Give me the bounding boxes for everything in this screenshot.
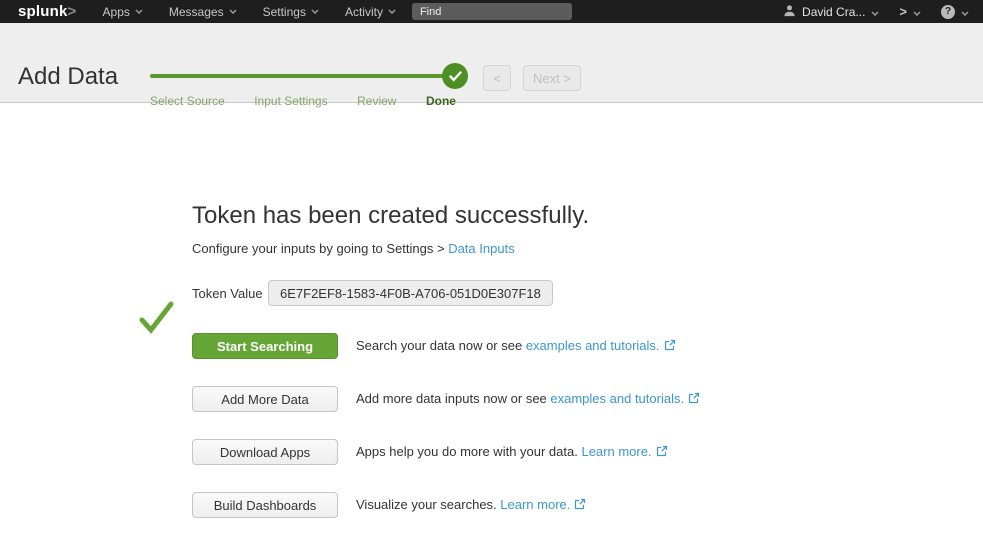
find-search-input[interactable] [412,3,572,20]
action-desc-apps: Apps help you do more with your data. Le… [356,444,668,460]
nav-menu-apps[interactable]: Apps [103,5,143,19]
action-text: Apps help you do more with your data. [356,444,581,459]
done-check-icon [442,63,468,89]
chevron-down-icon [229,9,237,14]
token-row: Token Value 6E7F2EF8-1583-4F0B-A706-051D… [192,280,983,306]
user-name-label: David Cra... [802,5,865,19]
action-row-add-data: Add More Data Add more data inputs now o… [192,386,983,412]
share-icon: > [899,4,907,19]
progress-line [150,74,444,78]
nav-menu-activity[interactable]: Activity [345,5,396,19]
action-row-apps: Download Apps Apps help you do more with… [192,439,983,465]
nav-menu-messages-label: Messages [169,5,224,19]
action-text: Visualize your searches. [356,497,500,512]
external-link-icon [688,392,700,407]
success-title: Token has been created successfully. [192,202,983,230]
action-text: Search your data now or see [356,338,526,353]
learn-more-link[interactable]: Learn more. [500,497,570,512]
chevron-down-icon [871,5,879,19]
external-link-icon [656,445,668,460]
next-button[interactable]: Next > [523,65,581,91]
help-icon: ? [941,5,955,19]
nav-menu-activity-label: Activity [345,5,383,19]
token-value-field[interactable]: 6E7F2EF8-1583-4F0B-A706-051D0E307F18 [268,280,553,306]
help-menu[interactable]: ? [941,5,969,19]
action-row-search: Start Searching Search your data now or … [192,333,983,359]
share-menu[interactable]: > [899,4,921,19]
chevron-down-icon [913,5,921,19]
action-desc-search: Search your data now or see examples and… [356,338,676,354]
wizard-nav-buttons: < Next > [483,65,581,91]
chevron-down-icon [311,9,319,14]
success-check-icon [136,299,176,342]
external-link-icon [574,498,586,513]
build-dashboards-button[interactable]: Build Dashboards [192,492,338,518]
nav-menu-settings[interactable]: Settings [263,5,319,19]
nav-right-group: David Cra... > ? [783,4,969,20]
examples-tutorials-link[interactable]: examples and tutorials. [550,391,684,406]
chevron-down-icon [961,5,969,19]
start-searching-button[interactable]: Start Searching [192,333,338,359]
splunk-logo-text: splunk [18,3,68,20]
subtitle-text: Configure your inputs by going to Settin… [192,241,448,256]
download-apps-button[interactable]: Download Apps [192,439,338,465]
learn-more-link[interactable]: Learn more. [581,444,651,459]
nav-menu-messages[interactable]: Messages [169,5,237,19]
action-desc-add-data: Add more data inputs now or see examples… [356,391,700,407]
action-desc-dashboards: Visualize your searches. Learn more. [356,497,586,513]
wizard-header: Add Data Select Source Input Settings Re… [0,23,983,103]
success-subtitle: Configure your inputs by going to Settin… [192,241,983,257]
main-content: Token has been created successfully. Con… [0,103,983,518]
splunk-logo[interactable]: splunk> [18,3,77,20]
chevron-down-icon [135,9,143,14]
data-inputs-link[interactable]: Data Inputs [448,241,515,256]
top-nav-bar: splunk> Apps Messages Settings Activity … [0,0,983,23]
chevron-down-icon [388,9,396,14]
nav-menu-apps-label: Apps [103,5,130,19]
examples-tutorials-link[interactable]: examples and tutorials. [526,338,660,353]
user-icon [783,4,796,20]
splunk-logo-chevron: > [68,3,77,20]
page-title: Add Data [18,63,118,91]
nav-menu-settings-label: Settings [263,5,306,19]
user-menu[interactable]: David Cra... [783,4,879,20]
back-button[interactable]: < [483,65,511,91]
add-more-data-button[interactable]: Add More Data [192,386,338,412]
token-value-label: Token Value [192,286,268,301]
wizard-progress: Select Source Input Settings Review Done [150,63,456,108]
external-link-icon [664,339,676,354]
action-row-dashboards: Build Dashboards Visualize your searches… [192,492,983,518]
action-text: Add more data inputs now or see [356,391,550,406]
progress-track [150,63,456,89]
